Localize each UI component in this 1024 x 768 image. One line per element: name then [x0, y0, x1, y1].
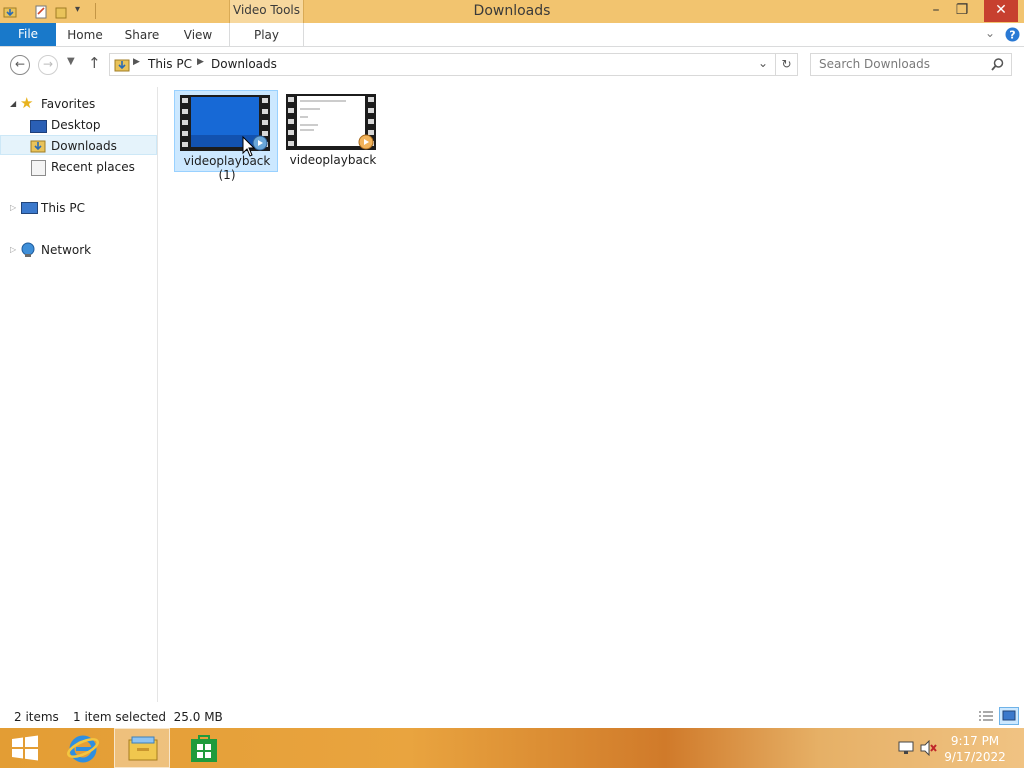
nav-this-pc[interactable]: ▷ This PC [0, 198, 157, 218]
video-tools-context-header: Video Tools [229, 0, 304, 23]
details-view-icon[interactable] [978, 709, 994, 723]
item-count: 2 items [14, 710, 59, 724]
store-icon [191, 735, 217, 762]
windows-start-icon[interactable] [11, 735, 39, 761]
nav-downloads[interactable]: Downloads [0, 135, 157, 155]
tab-home[interactable]: Home [62, 23, 108, 46]
mouse-cursor-icon [242, 136, 256, 157]
properties-icon[interactable] [34, 5, 48, 19]
network-icon [21, 242, 35, 257]
breadcrumb-separator-icon: ▶ [133, 57, 140, 67]
file-explorer-taskbar-button[interactable] [114, 728, 170, 768]
breadcrumb-separator-icon: ▶ [197, 57, 204, 67]
forward-button[interactable]: → [38, 55, 58, 75]
nav-recent-places[interactable]: Recent places [0, 157, 157, 177]
title-bar: Downloads [0, 0, 1024, 23]
address-bar[interactable]: ▶ This PC ▶ Downloads ⌄ [109, 53, 776, 76]
video-tools-label: Video Tools [233, 3, 300, 17]
recent-places-icon [31, 160, 46, 176]
window-title: Downloads [473, 3, 551, 19]
tab-share[interactable]: Share [119, 23, 165, 46]
file-explorer-icon [128, 736, 158, 761]
help-icon[interactable]: ? [1005, 27, 1020, 42]
video-thumbnail [286, 94, 376, 150]
file-item-videoplayback[interactable]: videoplayback [281, 90, 385, 172]
restore-button[interactable]: ❐ [947, 0, 977, 22]
ribbon-expand-icon[interactable]: ⌄ [985, 26, 995, 40]
computer-icon [21, 202, 38, 214]
store-taskbar-button[interactable] [176, 728, 232, 768]
nav-desktop[interactable]: Desktop [0, 115, 157, 135]
svg-text:?: ? [1009, 29, 1015, 42]
search-box[interactable]: Search Downloads [810, 53, 1012, 76]
nav-network-label: Network [41, 243, 92, 257]
internet-explorer-taskbar-button[interactable] [56, 728, 112, 768]
new-folder-icon[interactable] [55, 5, 69, 19]
file-name: videoplayback (1) [183, 154, 271, 182]
status-bar: 2 items 1 item selected 25.0 MB [0, 706, 1024, 728]
expand-arrow-icon[interactable]: ▷ [10, 198, 16, 218]
volume-muted-icon[interactable] [920, 740, 938, 756]
tab-file[interactable]: File [0, 23, 56, 46]
collapse-arrow-icon[interactable]: ◢ [10, 94, 16, 114]
back-button[interactable]: ← [10, 55, 30, 75]
nav-network[interactable]: ▷ Network [0, 240, 157, 260]
desktop-icon [30, 120, 47, 133]
downloads-folder-icon [30, 140, 46, 153]
navigation-pane [0, 87, 158, 702]
clock-date: 9/17/2022 [944, 750, 1006, 764]
app-folder-icon[interactable] [3, 5, 17, 19]
file-item-videoplayback-1[interactable]: videoplayback (1) [174, 90, 278, 182]
nav-favorites-label: Favorites [41, 97, 96, 111]
nav-recent-places-label: Recent places [51, 160, 135, 174]
qat-dropdown-icon[interactable]: ▾ [75, 4, 80, 15]
clock-time: 9:17 PM [950, 734, 1000, 748]
breadcrumb-downloads[interactable]: Downloads [211, 57, 277, 71]
nav-downloads-label: Downloads [51, 139, 117, 153]
address-dropdown-icon[interactable]: ⌄ [758, 56, 768, 70]
tab-play[interactable]: Play [229, 23, 304, 46]
qat-divider [95, 3, 96, 19]
large-icons-view-icon[interactable] [999, 707, 1019, 725]
refresh-button[interactable]: ↻ [775, 53, 798, 76]
tab-view[interactable]: View [176, 23, 220, 46]
nav-desktop-label: Desktop [51, 118, 101, 132]
internet-explorer-icon [67, 735, 99, 763]
system-clock[interactable]: 9:17 PM 9/17/2022 [940, 733, 1010, 765]
expand-arrow-icon[interactable]: ▷ [10, 240, 16, 260]
network-tray-icon[interactable] [897, 740, 915, 756]
search-input[interactable]: Search Downloads [819, 57, 930, 71]
star-icon: ★ [20, 94, 34, 112]
breadcrumb-this-pc[interactable]: This PC [148, 57, 192, 71]
up-arrow-icon[interactable]: ↑ [88, 54, 101, 72]
video-thumbnail [180, 95, 270, 151]
downloads-folder-icon [114, 59, 130, 72]
selection-info: 1 item selected 25.0 MB [73, 710, 223, 724]
nav-this-pc-label: This PC [41, 201, 85, 215]
recent-locations-dropdown-icon[interactable]: ▼ [67, 56, 75, 67]
search-icon[interactable] [991, 58, 1004, 71]
nav-favorites[interactable]: ◢ ★ Favorites [0, 94, 157, 114]
file-name: videoplayback [289, 153, 377, 167]
close-button[interactable]: ✕ [984, 0, 1018, 22]
